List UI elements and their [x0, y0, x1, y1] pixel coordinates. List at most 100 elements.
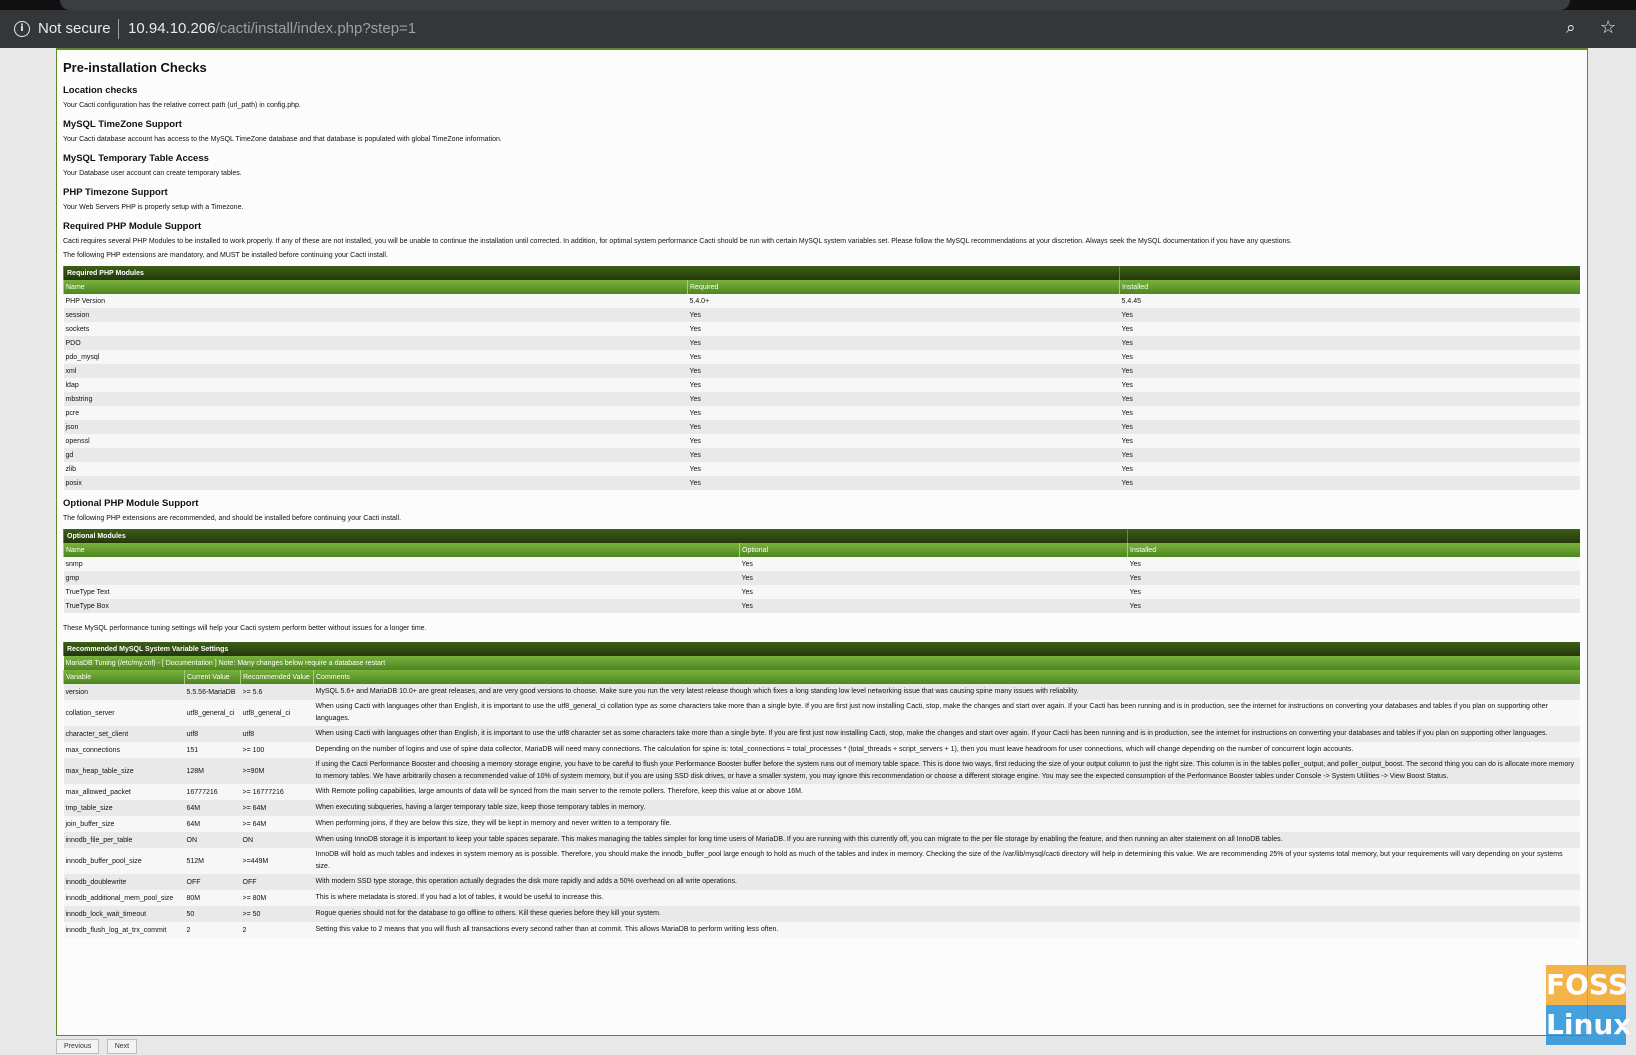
table-row: max_allowed_packet 16777216 >= 16777216 Wit…: [63, 784, 1580, 800]
table-cell: Yes: [1127, 557, 1580, 571]
table-caption-spacer: [1119, 266, 1580, 280]
url-text[interactable]: 10.94.10.206/cacti/install/index.php?ste…: [128, 20, 416, 37]
table-cell: 5.5.56-MariaDB: [184, 684, 241, 700]
previous-button[interactable]: Previous: [56, 1039, 100, 1054]
table-caption-row: Required PHP Modules: [62, 266, 1580, 280]
table-cell: Yes: [739, 599, 1128, 613]
table-cell: ldap: [63, 378, 688, 392]
table-cell: openssl: [63, 434, 688, 448]
table-cell: xml: [63, 364, 688, 378]
table-row: innodb_additional_mem_pool_size 80M >= 80M…: [63, 890, 1580, 906]
column-header: Current Value: [184, 670, 241, 684]
fosslinux-watermark-logo: FOSS Linux: [1546, 965, 1631, 1045]
required-modules-heading: Required PHP Module Support: [63, 221, 202, 232]
mysql-timezone-text: Your Cacti database account has access t…: [63, 136, 502, 143]
table-cell: 151: [184, 742, 241, 758]
table-caption: Recommended MySQL System Variable Settin…: [62, 642, 1580, 656]
table-cell: >= 5.6: [240, 684, 314, 700]
column-header: Variable: [63, 670, 185, 684]
required-modules-text: Cacti requires several PHP Modules to be…: [63, 238, 1292, 245]
bookmark-star-icon[interactable]: ☆: [1600, 17, 1616, 38]
page-viewport: Pre-installation Checks Location checks …: [0, 48, 1636, 1055]
table-cell: 5.4.0+: [687, 294, 1120, 308]
table-cell: 50: [184, 906, 241, 922]
tab-strip: [0, 0, 1636, 10]
table-cell: Yes: [687, 462, 1120, 476]
table-row: pdo_mysql Yes Yes: [63, 350, 1580, 364]
search-zoom-icon[interactable]: ⌕: [1566, 18, 1576, 38]
table-caption-row: Optional Modules: [62, 529, 1580, 543]
table-cell: max_heap_table_size: [63, 758, 185, 784]
table-cell: Yes: [1119, 350, 1580, 364]
table-cell: When using Cacti with languages other th…: [313, 700, 1580, 726]
watermark-line1: FOSS: [1546, 965, 1628, 1005]
temp-table-heading: MySQL Temporary Table Access: [63, 153, 209, 164]
table-cell: Yes: [739, 571, 1128, 585]
table-row: TrueType Box Yes Yes: [63, 599, 1580, 613]
table-cell: PDO: [63, 336, 688, 350]
table-row: ldap Yes Yes: [63, 378, 1580, 392]
table-cell: >=90M: [240, 758, 314, 784]
table-cell: Yes: [1119, 420, 1580, 434]
table-cell: Yes: [1119, 448, 1580, 462]
table-cell: Yes: [687, 434, 1120, 448]
table-row: pcre Yes Yes: [63, 406, 1580, 420]
table-cell: innodb_buffer_pool_size: [63, 848, 185, 874]
table-cell: 16777216: [184, 784, 241, 800]
table-cell: 512M: [184, 848, 241, 874]
table-row: innodb_doublewrite OFF OFF With modern SSD …: [63, 874, 1580, 890]
next-button[interactable]: Next: [106, 1039, 138, 1054]
table-subcaption-row: MariaDB Tuning (/etc/my.cnf) - [ Documen…: [63, 656, 1580, 670]
temp-table-text: Your Database user account can create te…: [63, 170, 242, 177]
mysql-settings-table: Recommended MySQL System Variable Settin…: [62, 642, 1580, 938]
table-cell: innodb_file_per_table: [63, 832, 185, 848]
table-header-row: Variable Current Value Recommended Value…: [63, 670, 1580, 684]
table-cell: Yes: [687, 392, 1120, 406]
table-cell: innodb_lock_wait_timeout: [63, 906, 185, 922]
table-row: max_heap_table_size 128M >=90M If using the…: [63, 758, 1580, 784]
table-cell: 2: [240, 922, 314, 938]
table-cell: utf8_general_ci: [184, 700, 241, 726]
column-header: Comments: [312, 670, 1580, 684]
address-bar[interactable]: i Not secure 10.94.10.206/cacti/install/…: [0, 10, 1636, 48]
url-path: /cacti/install/index.php?step=1: [215, 20, 417, 37]
table-cell: >= 64M: [240, 800, 314, 816]
location-checks-heading: Location checks: [63, 85, 138, 96]
table-cell: Depending on the number of logins and us…: [313, 742, 1580, 758]
security-label[interactable]: Not secure: [38, 20, 111, 37]
table-cell: Yes: [687, 364, 1120, 378]
table-row: posix Yes Yes: [63, 476, 1580, 490]
table-row: openssl Yes Yes: [63, 434, 1580, 448]
optional-modules-heading: Optional PHP Module Support: [63, 498, 199, 509]
table-cell: Yes: [1127, 599, 1580, 613]
mysql-timezone-heading: MySQL TimeZone Support: [63, 119, 182, 130]
mysql-tuning-note[interactable]: MariaDB Tuning (/etc/my.cnf) - [ Documen…: [63, 656, 1580, 670]
table-row: innodb_file_per_table ON ON When using Inno…: [63, 832, 1580, 848]
table-cell: zlib: [63, 462, 688, 476]
active-tab-edge: [60, 0, 1570, 10]
table-cell: Yes: [687, 336, 1120, 350]
table-cell: Yes: [1119, 308, 1580, 322]
table-row: mbstring Yes Yes: [63, 392, 1580, 406]
watermark-line2: Linux: [1546, 1005, 1631, 1045]
table-cell: Yes: [1119, 378, 1580, 392]
table-cell: version: [63, 684, 185, 700]
table-row: max_connections 151 >= 100 Depending on the…: [63, 742, 1580, 758]
install-panel: Pre-installation Checks Location checks …: [56, 48, 1588, 1036]
table-cell: TrueType Text: [63, 585, 740, 599]
table-cell: Yes: [739, 585, 1128, 599]
table-cell: Yes: [687, 420, 1120, 434]
table-cell: >=449M: [240, 848, 314, 874]
table-row: zlib Yes Yes: [63, 462, 1580, 476]
table-row: TrueType Text Yes Yes: [63, 585, 1580, 599]
table-cell: >= 80M: [240, 890, 314, 906]
table-cell: Setting this value to 2 means that you w…: [313, 922, 1580, 938]
table-row: innodb_flush_log_at_trx_commit 2 2 Setting …: [63, 922, 1580, 938]
info-icon[interactable]: i: [14, 21, 30, 37]
table-cell: Yes: [687, 378, 1120, 392]
table-cell: 64M: [184, 816, 241, 832]
table-cell: OFF: [184, 874, 241, 890]
table-cell: Yes: [687, 448, 1120, 462]
table-cell: When executing subqueries, having a larg…: [313, 800, 1580, 816]
table-cell: MySQL 5.6+ and MariaDB 10.0+ are great r…: [313, 684, 1580, 700]
